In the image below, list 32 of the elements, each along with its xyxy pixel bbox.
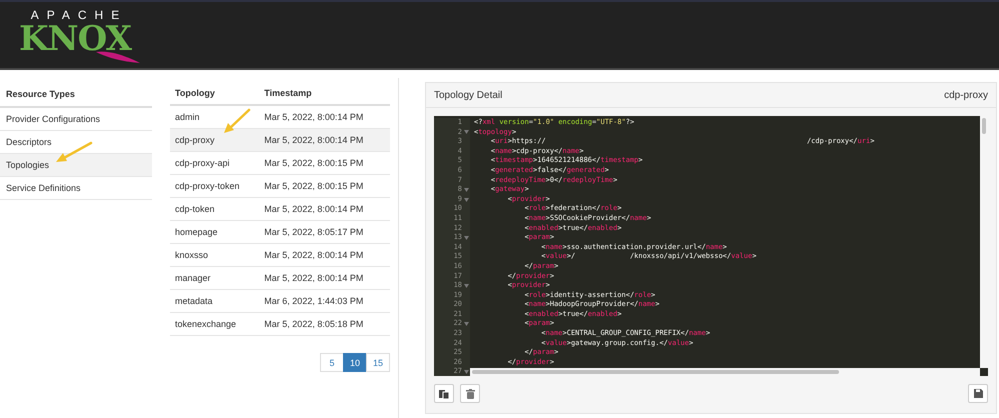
page-size-button[interactable]: 5 [320,353,344,372]
save-icon [974,389,982,398]
fold-icon[interactable] [464,322,468,326]
fold-icon[interactable] [464,370,468,374]
sidebar-item[interactable]: Service Definitions [0,177,152,200]
copy-button[interactable] [434,384,454,403]
table-cell[interactable]: Mar 5, 2022, 8:05:18 PM [259,312,390,336]
save-button[interactable] [968,384,988,403]
sidebar-item[interactable]: Provider Configurations [0,108,152,131]
annotation-arrow [222,107,252,135]
logo-main-text: KNOX [18,22,132,56]
fold-icon[interactable] [464,236,468,240]
panel-title: Topology Detail [434,90,502,100]
table-cell[interactable]: tokenexchange [170,312,260,336]
vertical-scrollbar[interactable] [980,116,988,368]
sidebar-title: Resource Types [0,82,152,108]
fold-icon[interactable] [464,130,468,134]
sidebar-item[interactable]: Topologies [0,154,152,177]
delete-button[interactable] [460,384,480,403]
fold-icon[interactable] [464,198,468,202]
topology-name: cdp-proxy [944,90,988,100]
page-size-button[interactable]: 10 [343,353,367,372]
feather-icon [96,50,140,64]
page-size-button[interactable]: 15 [366,353,390,372]
annotation-arrow [54,140,94,164]
code-editor[interactable] [434,116,988,376]
horizontal-scrollbar[interactable] [470,368,980,376]
fold-icon[interactable] [464,284,468,288]
copy-icon [439,388,449,398]
trash-icon [466,388,474,398]
fold-icon[interactable] [464,188,468,192]
logo-top-text: APACHE [30,8,128,22]
